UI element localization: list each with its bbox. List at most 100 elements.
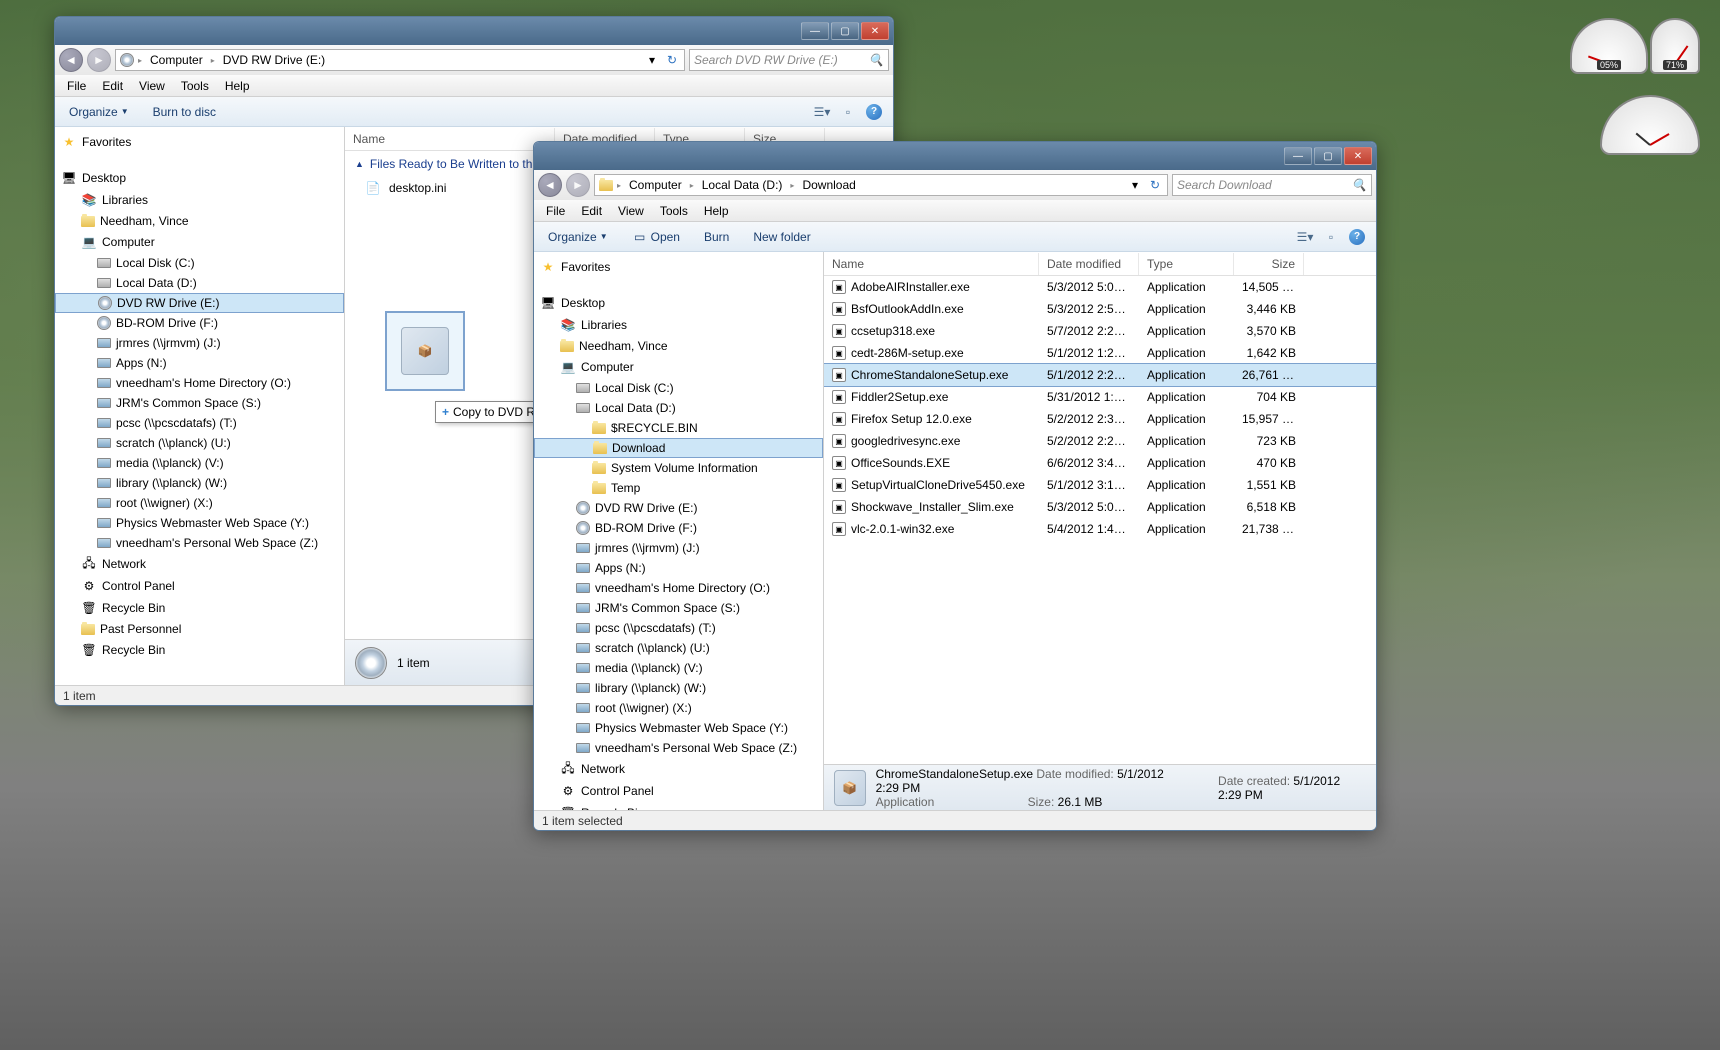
menu-file[interactable]: File xyxy=(59,77,94,95)
dropdown-icon[interactable]: ▾ xyxy=(644,52,660,68)
help-button[interactable]: ? xyxy=(1346,226,1368,248)
breadcrumb-computer[interactable]: Computer xyxy=(146,51,207,69)
file-list[interactable]: ▣AdobeAIRInstaller.exe5/3/2012 5:03 PMAp… xyxy=(824,276,1376,764)
organize-button[interactable]: Organize ▼ xyxy=(542,228,614,246)
file-row[interactable]: ▣Shockwave_Installer_Slim.exe5/3/2012 5:… xyxy=(824,496,1376,518)
tree-item[interactable]: ⚙Control Panel xyxy=(55,575,344,597)
view-options-button[interactable]: ☰▾ xyxy=(811,101,833,123)
menu-help[interactable]: Help xyxy=(696,202,737,220)
tree-item[interactable]: 📚Libraries xyxy=(534,314,823,336)
refresh-icon[interactable]: ↻ xyxy=(664,52,680,68)
maximize-button[interactable]: ▢ xyxy=(1314,147,1342,165)
tree-item[interactable]: 🖧Network xyxy=(55,553,344,575)
tree-item[interactable]: vneedham's Personal Web Space (Z:) xyxy=(55,533,344,553)
tree-item[interactable]: media (\\planck) (V:) xyxy=(534,658,823,678)
address-bar[interactable]: ▸ Computer ▸ DVD RW Drive (E:) ▾ ↻ xyxy=(115,49,685,71)
tree-item[interactable]: Needham, Vince xyxy=(55,211,344,231)
tree-item[interactable]: 💻Computer xyxy=(55,231,344,253)
desktop-header[interactable]: 🖥Desktop xyxy=(55,167,344,189)
tree-item[interactable]: System Volume Information xyxy=(534,458,823,478)
tree-item[interactable]: 🗑Recycle Bin xyxy=(55,639,344,661)
menu-edit[interactable]: Edit xyxy=(94,77,131,95)
menu-help[interactable]: Help xyxy=(217,77,258,95)
tree-item[interactable]: 🗑Recycle Bin xyxy=(55,597,344,619)
tree-item[interactable]: Temp xyxy=(534,478,823,498)
file-row[interactable]: ▣vlc-2.0.1-win32.exe5/4/2012 1:41 PMAppl… xyxy=(824,518,1376,540)
minimize-button[interactable]: — xyxy=(801,22,829,40)
tree-item[interactable]: Local Disk (C:) xyxy=(534,378,823,398)
preview-pane-button[interactable]: ▫ xyxy=(837,101,859,123)
navigation-tree[interactable]: ★Favorites 🖥Desktop 📚LibrariesNeedham, V… xyxy=(534,252,824,810)
favorites-header[interactable]: ★Favorites xyxy=(55,131,344,153)
help-button[interactable]: ? xyxy=(863,101,885,123)
file-row[interactable]: ▣Fiddler2Setup.exe5/31/2012 1:47 PMAppli… xyxy=(824,386,1376,408)
tree-item[interactable]: ⚙Control Panel xyxy=(534,780,823,802)
tree-item[interactable]: Physics Webmaster Web Space (Y:) xyxy=(534,718,823,738)
menu-tools[interactable]: Tools xyxy=(652,202,696,220)
file-row[interactable]: ▣ChromeStandaloneSetup.exe5/1/2012 2:29 … xyxy=(824,364,1376,386)
file-row[interactable]: ▣OfficeSounds.EXE6/6/2012 3:44 PMApplica… xyxy=(824,452,1376,474)
tree-item[interactable]: scratch (\\planck) (U:) xyxy=(55,433,344,453)
file-row[interactable]: ▣googledrivesync.exe5/2/2012 2:29 PMAppl… xyxy=(824,430,1376,452)
file-row[interactable]: ▣SetupVirtualCloneDrive5450.exe5/1/2012 … xyxy=(824,474,1376,496)
tree-item[interactable]: Past Personnel xyxy=(55,619,344,639)
search-icon[interactable]: 🔍 xyxy=(868,52,884,68)
back-button[interactable]: ◄ xyxy=(538,173,562,197)
burn-button[interactable]: Burn xyxy=(698,228,735,246)
col-name[interactable]: Name xyxy=(345,128,555,150)
refresh-icon[interactable]: ↻ xyxy=(1147,177,1163,193)
titlebar[interactable]: — ▢ ✕ xyxy=(55,17,893,45)
tree-item[interactable]: Physics Webmaster Web Space (Y:) xyxy=(55,513,344,533)
open-button[interactable]: ▭Open xyxy=(626,227,686,247)
tree-item[interactable]: scratch (\\planck) (U:) xyxy=(534,638,823,658)
menu-view[interactable]: View xyxy=(610,202,652,220)
col-date[interactable]: Date modified xyxy=(1039,253,1139,275)
tree-item[interactable]: vneedham's Home Directory (O:) xyxy=(534,578,823,598)
preview-pane-button[interactable]: ▫ xyxy=(1320,226,1342,248)
tree-item[interactable]: JRM's Common Space (S:) xyxy=(534,598,823,618)
tree-item[interactable]: Download xyxy=(534,438,823,458)
col-type[interactable]: Type xyxy=(1139,253,1234,275)
tree-item[interactable]: vneedham's Home Directory (O:) xyxy=(55,373,344,393)
file-row[interactable]: ▣Firefox Setup 12.0.exe5/2/2012 2:34 PMA… xyxy=(824,408,1376,430)
search-icon[interactable]: 🔍 xyxy=(1351,177,1367,193)
tree-item[interactable]: Apps (N:) xyxy=(534,558,823,578)
file-row[interactable]: ▣ccsetup318.exe5/7/2012 2:29 PMApplicati… xyxy=(824,320,1376,342)
tree-item[interactable]: DVD RW Drive (E:) xyxy=(55,293,344,313)
tree-item[interactable]: 🖧Network xyxy=(534,758,823,780)
tree-item[interactable]: library (\\planck) (W:) xyxy=(55,473,344,493)
burn-button[interactable]: Burn to disc xyxy=(147,103,222,121)
new-folder-button[interactable]: New folder xyxy=(747,228,816,246)
close-button[interactable]: ✕ xyxy=(861,22,889,40)
favorites-header[interactable]: ★Favorites xyxy=(534,256,823,278)
tree-item[interactable]: DVD RW Drive (E:) xyxy=(534,498,823,518)
tree-item[interactable]: JRM's Common Space (S:) xyxy=(55,393,344,413)
tree-item[interactable]: vneedham's Personal Web Space (Z:) xyxy=(534,738,823,758)
navigation-tree[interactable]: ★Favorites 🖥Desktop 📚LibrariesNeedham, V… xyxy=(55,127,345,685)
address-bar[interactable]: ▸ Computer ▸ Local Data (D:) ▸ Download … xyxy=(594,174,1168,196)
close-button[interactable]: ✕ xyxy=(1344,147,1372,165)
view-options-button[interactable]: ☰▾ xyxy=(1294,226,1316,248)
tree-item[interactable]: root (\\wigner) (X:) xyxy=(55,493,344,513)
search-input[interactable]: Search DVD RW Drive (E:) 🔍 xyxy=(689,49,889,71)
col-name[interactable]: Name xyxy=(824,253,1039,275)
breadcrumb-computer[interactable]: Computer xyxy=(625,176,686,194)
tree-item[interactable]: BD-ROM Drive (F:) xyxy=(534,518,823,538)
col-size[interactable]: Size xyxy=(1234,253,1304,275)
menu-view[interactable]: View xyxy=(131,77,173,95)
desktop-header[interactable]: 🖥Desktop xyxy=(534,292,823,314)
tree-item[interactable]: Local Data (D:) xyxy=(534,398,823,418)
minimize-button[interactable]: — xyxy=(1284,147,1312,165)
meter-gadget[interactable]: 05% 71% xyxy=(1570,18,1700,74)
back-button[interactable]: ◄ xyxy=(59,48,83,72)
tree-item[interactable]: Local Disk (C:) xyxy=(55,253,344,273)
breadcrumb-drive[interactable]: Local Data (D:) xyxy=(698,176,787,194)
tree-item[interactable]: 💻Computer xyxy=(534,356,823,378)
tree-item[interactable]: root (\\wigner) (X:) xyxy=(534,698,823,718)
organize-button[interactable]: Organize ▼ xyxy=(63,103,135,121)
clock-gadget[interactable] xyxy=(1600,95,1700,155)
maximize-button[interactable]: ▢ xyxy=(831,22,859,40)
breadcrumb-drive[interactable]: DVD RW Drive (E:) xyxy=(219,51,329,69)
tree-item[interactable]: $RECYCLE.BIN xyxy=(534,418,823,438)
tree-item[interactable]: Apps (N:) xyxy=(55,353,344,373)
